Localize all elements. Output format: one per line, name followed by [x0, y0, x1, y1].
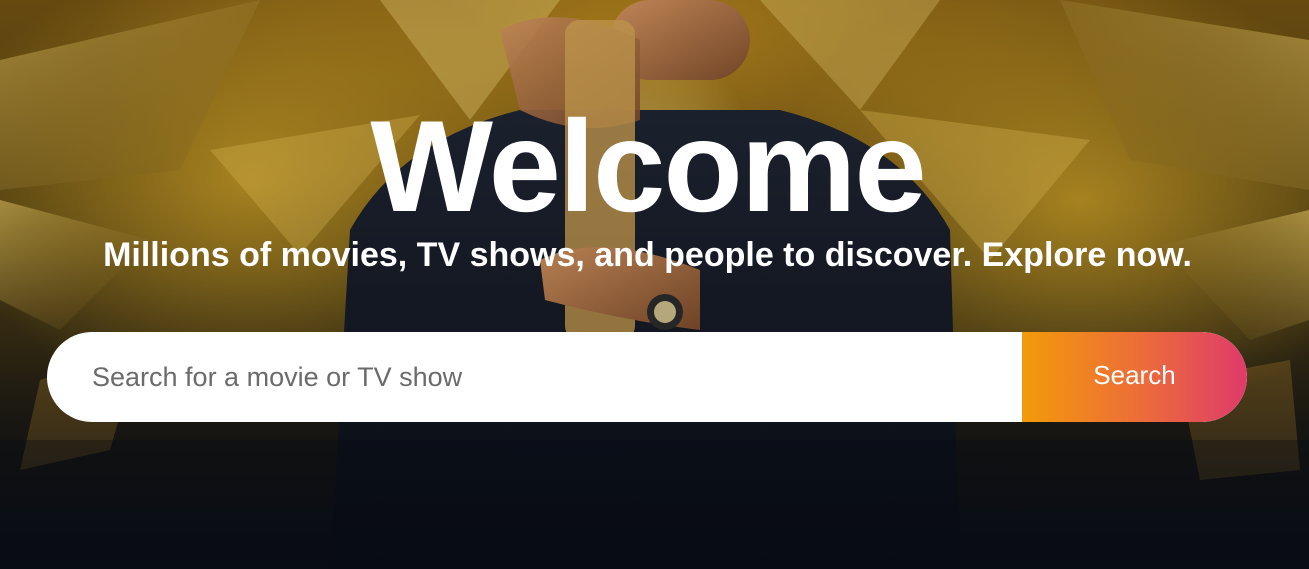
- page-subtitle: Millions of movies, TV shows, and people…: [103, 236, 1192, 274]
- hero-content: Welcome Millions of movies, TV shows, an…: [0, 0, 1309, 569]
- search-input[interactable]: [47, 332, 1022, 422]
- search-form: Search: [47, 332, 1247, 422]
- search-button[interactable]: Search: [1022, 332, 1247, 422]
- hero-banner: Welcome Millions of movies, TV shows, an…: [0, 0, 1309, 569]
- page-title: Welcome: [370, 93, 926, 239]
